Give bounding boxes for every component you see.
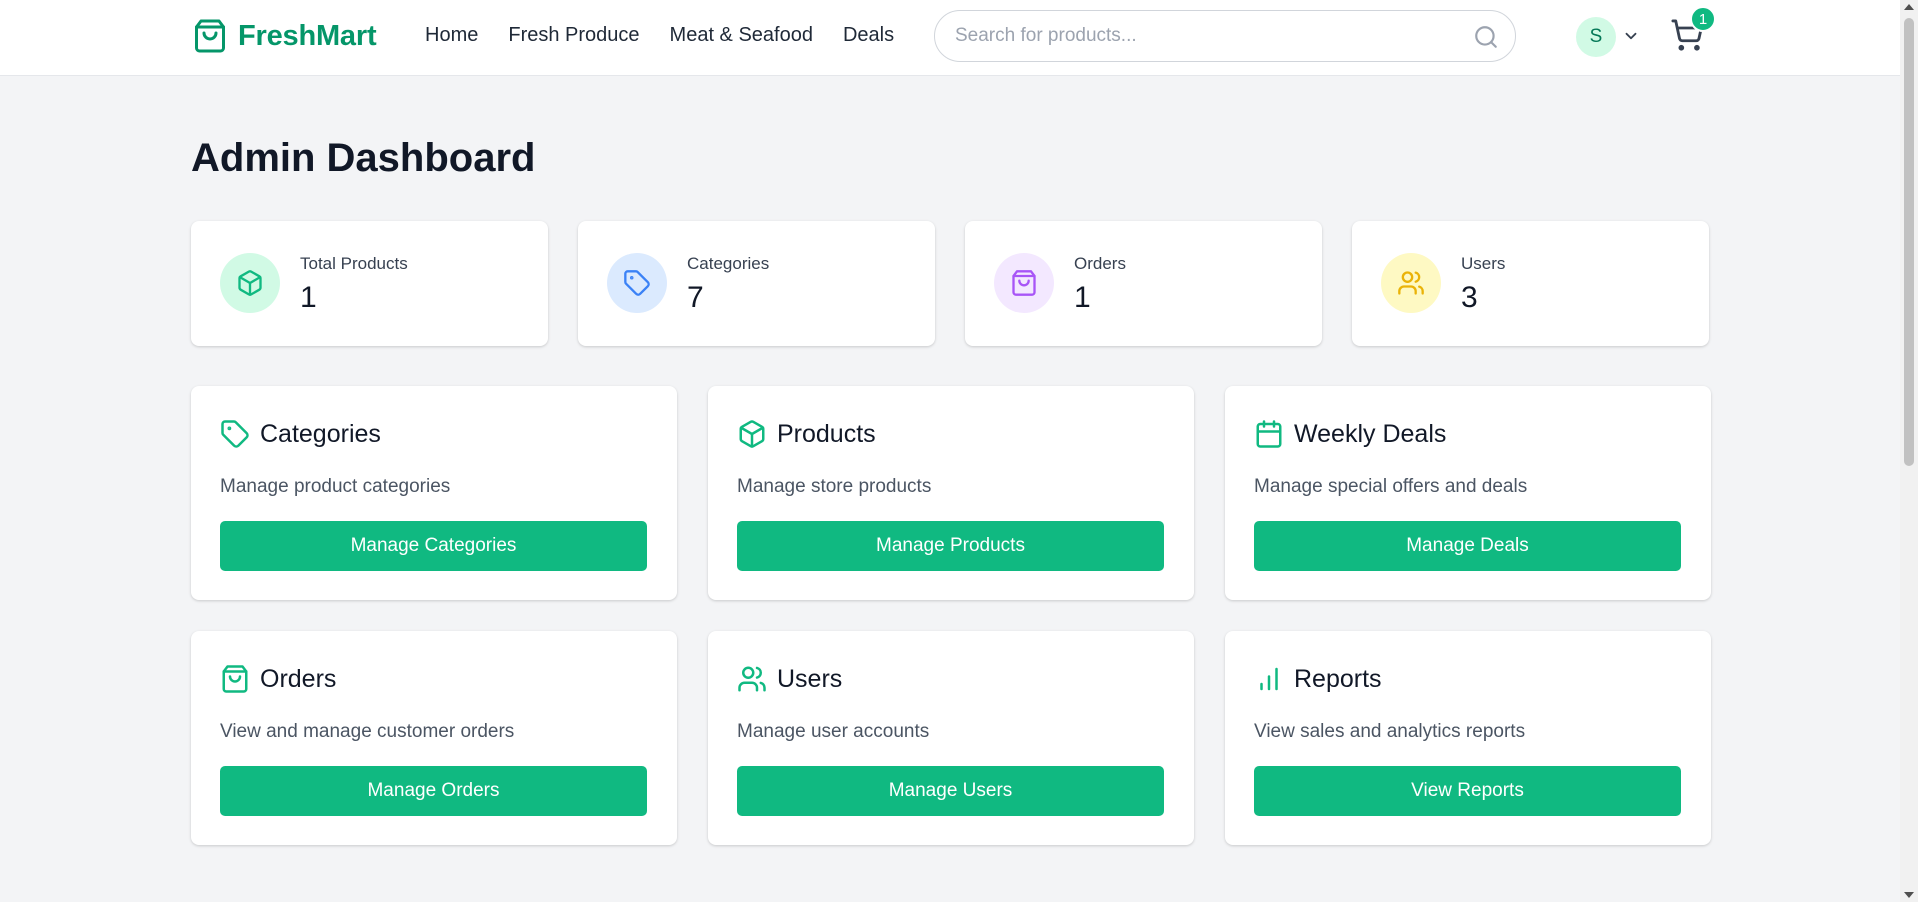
manage-categories-button[interactable]: Manage Categories bbox=[220, 521, 647, 571]
card-title: Reports bbox=[1294, 664, 1382, 693]
card-title: Categories bbox=[260, 419, 381, 448]
card-products: Products Manage store products Manage Pr… bbox=[708, 386, 1194, 600]
nav-meat-seafood[interactable]: Meat & Seafood bbox=[670, 24, 813, 47]
card-description: Manage special offers and deals bbox=[1254, 476, 1528, 497]
scroll-down-arrow[interactable] bbox=[1904, 892, 1914, 898]
stat-label: Categories bbox=[687, 254, 770, 273]
card-header: Orders bbox=[220, 664, 336, 694]
card-description: Manage store products bbox=[737, 476, 932, 497]
view-reports-button[interactable]: View Reports bbox=[1254, 766, 1681, 816]
card-header: Products bbox=[737, 419, 876, 449]
card-description: View sales and analytics reports bbox=[1254, 721, 1526, 742]
card-title: Users bbox=[777, 664, 843, 693]
card-description: Manage product categories bbox=[220, 476, 451, 497]
card-title: Weekly Deals bbox=[1294, 419, 1447, 448]
scroll-up-arrow[interactable] bbox=[1904, 4, 1914, 10]
nav-deals[interactable]: Deals bbox=[843, 24, 894, 47]
card-orders: Orders View and manage customer orders M… bbox=[191, 631, 677, 845]
tag-icon bbox=[221, 420, 249, 448]
box-icon bbox=[238, 270, 262, 296]
stat-icon-circle bbox=[994, 253, 1054, 313]
manage-users-button[interactable]: Manage Users bbox=[737, 766, 1164, 816]
stat-icon-circle bbox=[220, 253, 280, 313]
shopping-bag-icon bbox=[222, 665, 248, 693]
stat-users: Users 3 bbox=[1352, 221, 1709, 346]
card-header: Users bbox=[737, 664, 842, 694]
main-nav: Home Fresh Produce Meat & Seafood Deals bbox=[425, 24, 894, 47]
stat-label: Orders bbox=[1074, 254, 1126, 273]
manage-products-button[interactable]: Manage Products bbox=[737, 521, 1164, 571]
brand-logo[interactable]: FreshMart bbox=[192, 16, 377, 56]
stat-icon-circle bbox=[607, 253, 667, 313]
search-input[interactable] bbox=[955, 11, 1455, 61]
tag-icon bbox=[624, 270, 650, 296]
stats-row: Total Products 1 Categories 7 Orders 1 U… bbox=[191, 221, 1709, 346]
manage-orders-button[interactable]: Manage Orders bbox=[220, 766, 647, 816]
stat-value: 3 bbox=[1461, 281, 1478, 314]
card-description: View and manage customer orders bbox=[220, 721, 515, 742]
page-scrollbar[interactable] bbox=[1900, 0, 1918, 902]
chevron-down-icon[interactable] bbox=[1622, 27, 1640, 45]
users-icon bbox=[1398, 271, 1424, 295]
admin-cards-grid: Categories Manage product categories Man… bbox=[191, 386, 1711, 845]
stat-total-products: Total Products 1 bbox=[191, 221, 548, 346]
card-weekly-deals: Weekly Deals Manage special offers and d… bbox=[1225, 386, 1711, 600]
calendar-icon bbox=[1256, 420, 1282, 448]
stat-label: Users bbox=[1461, 254, 1506, 273]
top-header: FreshMart Home Fresh Produce Meat & Seaf… bbox=[0, 0, 1900, 76]
stat-label: Total Products bbox=[300, 254, 408, 273]
card-categories: Categories Manage product categories Man… bbox=[191, 386, 677, 600]
manage-deals-button[interactable]: Manage Deals bbox=[1254, 521, 1681, 571]
stat-orders: Orders 1 bbox=[965, 221, 1322, 346]
shopping-bag-icon bbox=[1012, 270, 1036, 296]
stat-value: 7 bbox=[687, 281, 704, 314]
card-reports: Reports View sales and analytics reports… bbox=[1225, 631, 1711, 845]
brand-name: FreshMart bbox=[238, 19, 377, 52]
card-header: Categories bbox=[220, 419, 381, 449]
user-avatar[interactable]: S bbox=[1576, 17, 1616, 57]
card-title: Orders bbox=[260, 664, 337, 693]
box-icon bbox=[739, 420, 765, 448]
card-users: Users Manage user accounts Manage Users bbox=[708, 631, 1194, 845]
card-header: Weekly Deals bbox=[1254, 419, 1446, 449]
stat-icon-circle bbox=[1381, 253, 1441, 313]
stat-categories: Categories 7 bbox=[578, 221, 935, 346]
search-icon[interactable] bbox=[1473, 24, 1499, 50]
stat-value: 1 bbox=[300, 281, 317, 314]
card-description: Manage user accounts bbox=[737, 721, 930, 742]
shopping-bag-icon bbox=[195, 19, 225, 53]
scroll-thumb[interactable] bbox=[1904, 18, 1914, 466]
nav-home[interactable]: Home bbox=[425, 24, 478, 47]
users-icon bbox=[738, 666, 766, 692]
page-title: Admin Dashboard bbox=[191, 136, 536, 180]
cart-count-badge: 1 bbox=[1690, 6, 1716, 32]
stat-value: 1 bbox=[1074, 281, 1091, 314]
nav-fresh-produce[interactable]: Fresh Produce bbox=[508, 24, 639, 47]
card-title: Products bbox=[777, 419, 876, 448]
search-box bbox=[934, 10, 1516, 62]
card-header: Reports bbox=[1254, 664, 1382, 694]
bar-chart-icon bbox=[1260, 667, 1278, 691]
